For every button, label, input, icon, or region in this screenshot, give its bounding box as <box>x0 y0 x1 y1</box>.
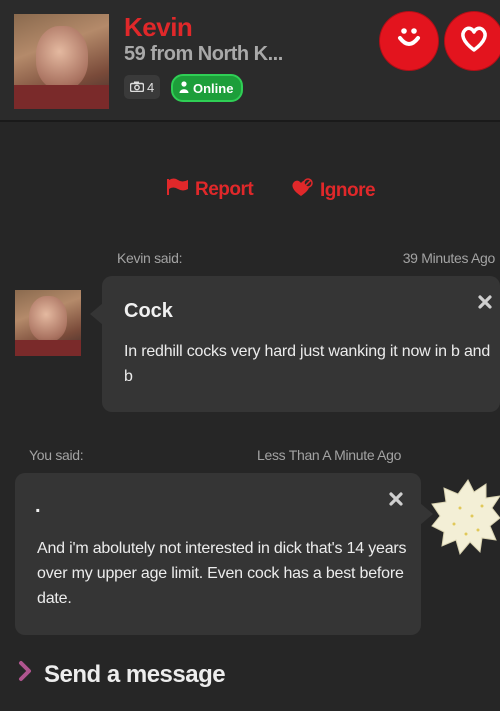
message-timestamp: 39 Minutes Ago <box>402 250 496 266</box>
send-message-label: Send a message <box>44 660 226 688</box>
favourite-button[interactable] <box>445 12 500 70</box>
chevron-right-icon <box>18 660 32 689</box>
message-title: Cock <box>124 300 173 322</box>
message-text: And i'm abolutely not interested in dick… <box>37 540 407 607</box>
person-icon <box>179 80 189 96</box>
profile-subtitle: 59 from North K... <box>124 43 283 65</box>
ignore-icon <box>290 178 314 204</box>
message-title: . <box>35 495 41 517</box>
camera-icon <box>129 80 145 95</box>
close-icon[interactable] <box>476 293 494 311</box>
profile-avatar[interactable] <box>14 14 109 109</box>
profile-actions: Report Ignore <box>0 178 500 206</box>
message-sender-label: Kevin said: <box>117 250 183 266</box>
message-bubble-received: Cock In redhill cocks very hard just wan… <box>90 276 500 412</box>
profile-name[interactable]: Kevin <box>124 12 193 43</box>
flag-icon <box>167 178 189 202</box>
photo-count-badge[interactable]: 4 <box>124 75 161 99</box>
send-message-link[interactable]: Send a message <box>18 660 226 689</box>
close-icon[interactable] <box>387 490 405 508</box>
profile-header: Kevin 59 from North K... 4 Online <box>0 0 500 122</box>
message-sender-label: You said: <box>29 447 84 463</box>
user-avatar[interactable] <box>430 478 500 558</box>
report-button[interactable]: Report <box>167 178 254 202</box>
wink-button[interactable] <box>380 12 438 70</box>
message-text: In redhill cocks very hard just wanking … <box>124 343 491 385</box>
heart-icon <box>459 25 489 58</box>
ignore-label: Ignore <box>320 180 376 201</box>
photo-count: 4 <box>147 79 155 95</box>
message-timestamp: Less Than A Minute Ago <box>257 447 402 463</box>
report-label: Report <box>195 179 254 200</box>
online-status-badge: Online <box>171 74 244 102</box>
message-bubble-sent: . And i'm abolutely not interested in di… <box>15 473 433 635</box>
smile-icon <box>394 24 424 59</box>
ignore-button[interactable]: Ignore <box>290 178 376 204</box>
sender-avatar[interactable] <box>15 290 81 356</box>
online-status-label: Online <box>193 80 234 96</box>
